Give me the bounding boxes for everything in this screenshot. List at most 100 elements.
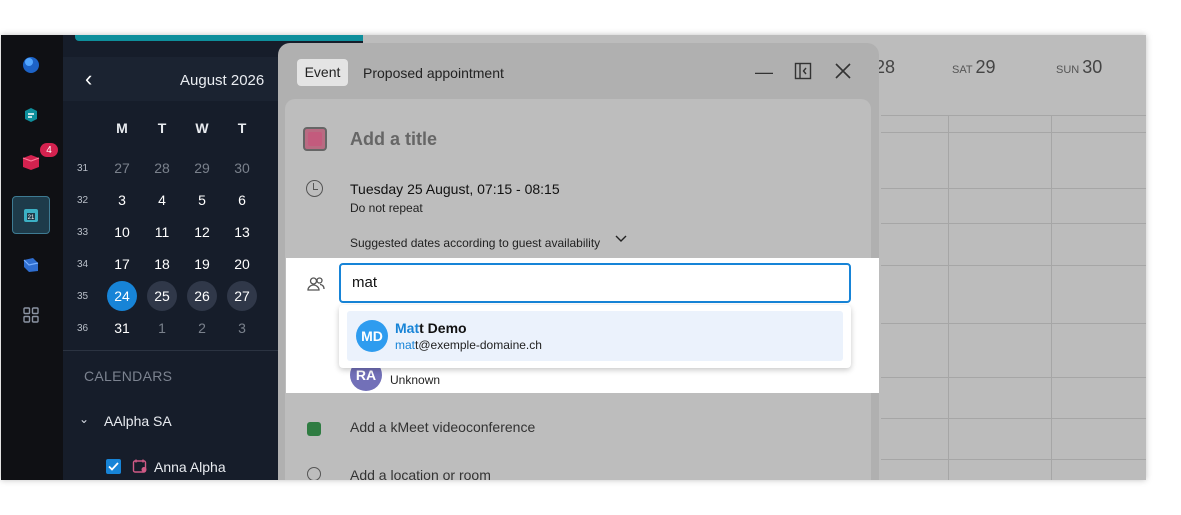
chevron-left-icon[interactable]: ‹ [85, 68, 105, 90]
guest-status: Unknown [390, 373, 441, 387]
day-cell[interactable]: 13 [227, 217, 257, 247]
guest-suggestions-dropdown: MD Matt Demo matt@exemple-domaine.ch [339, 305, 851, 368]
suggested-dates-toggle[interactable]: Suggested dates according to guest avail… [350, 236, 600, 250]
day-cell[interactable]: 27 [227, 281, 257, 311]
day-cell[interactable]: 29 [187, 153, 217, 183]
add-location-button[interactable]: Add a location or room [350, 467, 491, 480]
day-cell[interactable]: 5 [187, 185, 217, 215]
apps-grid-icon[interactable] [12, 296, 50, 334]
day-cell[interactable]: 17 [107, 249, 137, 279]
year: 2026 [230, 72, 265, 89]
week-number: 34 [77, 259, 89, 270]
grid-line [948, 115, 949, 480]
grid-line [881, 188, 1146, 189]
calendars-section-label: CALENDARS [84, 368, 173, 384]
event-datetime[interactable]: Tuesday 25 August, 07:15 - 08:15 [350, 181, 560, 197]
calendar-group-name[interactable]: AAlpha SA [104, 413, 172, 429]
column-header-sun: SUN 30 [1056, 57, 1102, 78]
day-cell[interactable]: 3 [227, 313, 257, 343]
name-rest: t Demo [419, 320, 467, 336]
day-cell[interactable]: 18 [147, 249, 177, 279]
repeat-setting[interactable]: Do not repeat [350, 201, 423, 215]
today-day-cell[interactable]: 24 [107, 281, 137, 311]
contacts-icon[interactable] [12, 246, 50, 284]
day-cell[interactable]: 27 [107, 153, 137, 183]
new-event-button[interactable] [75, 35, 371, 41]
guest-suggestion-option[interactable]: MD Matt Demo matt@exemple-domaine.ch [347, 311, 843, 361]
column-day: 30 [1082, 57, 1103, 77]
chevron-down-icon[interactable] [615, 232, 627, 247]
week-number: 36 [77, 323, 89, 334]
app-rail: 4 21 [1, 35, 63, 480]
day-cell[interactable]: 12 [187, 217, 217, 247]
guest-search-input[interactable]: mat [339, 263, 851, 303]
unread-badge: 4 [40, 143, 58, 157]
day-cell[interactable]: 1 [147, 313, 177, 343]
grid-line [881, 377, 1146, 378]
week-number: 32 [77, 195, 89, 206]
day-cell[interactable]: 10 [107, 217, 137, 247]
calendar-user-icon [132, 459, 147, 473]
day-cell[interactable]: 25 [147, 281, 177, 311]
minimize-icon[interactable]: — [754, 62, 774, 82]
day-cell[interactable]: 4 [147, 185, 177, 215]
mail-icon[interactable]: 4 [12, 143, 58, 181]
add-kmeet-button[interactable]: Add a kMeet videoconference [350, 419, 535, 435]
day-cell[interactable]: 26 [187, 281, 217, 311]
day-cell[interactable]: 6 [227, 185, 257, 215]
calendar-checkbox[interactable] [106, 459, 121, 474]
grid-line [881, 265, 1146, 266]
week-number: 31 [77, 163, 89, 174]
calendar-icon[interactable]: 21 [12, 196, 50, 234]
kdrive-icon[interactable] [12, 96, 50, 134]
close-icon[interactable] [833, 62, 853, 82]
clock-icon [306, 180, 323, 197]
guests-icon [307, 277, 325, 291]
weekday-header: T [157, 120, 167, 136]
day-cell[interactable]: 30 [227, 153, 257, 183]
location-icon [307, 467, 321, 480]
chevron-down-icon[interactable]: ⌄ [79, 412, 89, 426]
day-cell[interactable]: 2 [187, 313, 217, 343]
grid-line [881, 323, 1146, 324]
event-title-input[interactable]: Add a title [350, 129, 437, 150]
weekday-header: W [195, 120, 209, 136]
grid-line [881, 223, 1146, 224]
email-rest: t@exemple-domaine.ch [415, 338, 542, 352]
grid-line [881, 132, 1146, 133]
suggestion-name: Matt Demo [395, 320, 467, 336]
match-highlight: Mat [395, 320, 420, 336]
grid-line [1051, 115, 1052, 480]
globe-logo-icon[interactable] [12, 46, 50, 84]
day-cell[interactable]: 28 [147, 153, 177, 183]
event-color-picker[interactable] [303, 127, 327, 151]
mini-calendar-month: August 2026 [180, 72, 264, 89]
tab-event[interactable]: Event [297, 59, 348, 86]
app-window: 4 21 ‹ August 2026 M T W T 31 27 28 29 3… [1, 35, 1146, 480]
week-number: 33 [77, 227, 89, 238]
sidepanel-toggle-icon[interactable] [793, 62, 813, 82]
column-weekday: SUN [1056, 64, 1080, 76]
month-name: August [180, 72, 227, 89]
column-day: 29 [975, 57, 996, 77]
week-number: 35 [77, 291, 89, 302]
kmeet-icon [307, 422, 321, 436]
grid-line [881, 115, 1146, 116]
day-cell[interactable]: 20 [227, 249, 257, 279]
svg-text:21: 21 [28, 215, 35, 221]
weekday-header: T [237, 120, 247, 136]
avatar: MD [356, 320, 388, 352]
weekday-header: M [116, 120, 128, 136]
suggestion-email: matt@exemple-domaine.ch [395, 338, 542, 352]
tab-proposed-appointment[interactable]: Proposed appointment [363, 65, 504, 81]
day-cell[interactable]: 11 [147, 217, 177, 247]
column-weekday: SAT [952, 64, 973, 76]
match-highlight: mat [395, 338, 416, 352]
grid-line [881, 459, 1146, 460]
day-cell[interactable]: 19 [187, 249, 217, 279]
column-header-sat: SAT 29 [952, 57, 995, 78]
grid-line [881, 418, 1146, 419]
day-cell[interactable]: 31 [107, 313, 137, 343]
day-cell[interactable]: 3 [107, 185, 137, 215]
calendar-name[interactable]: Anna Alpha [154, 459, 226, 475]
